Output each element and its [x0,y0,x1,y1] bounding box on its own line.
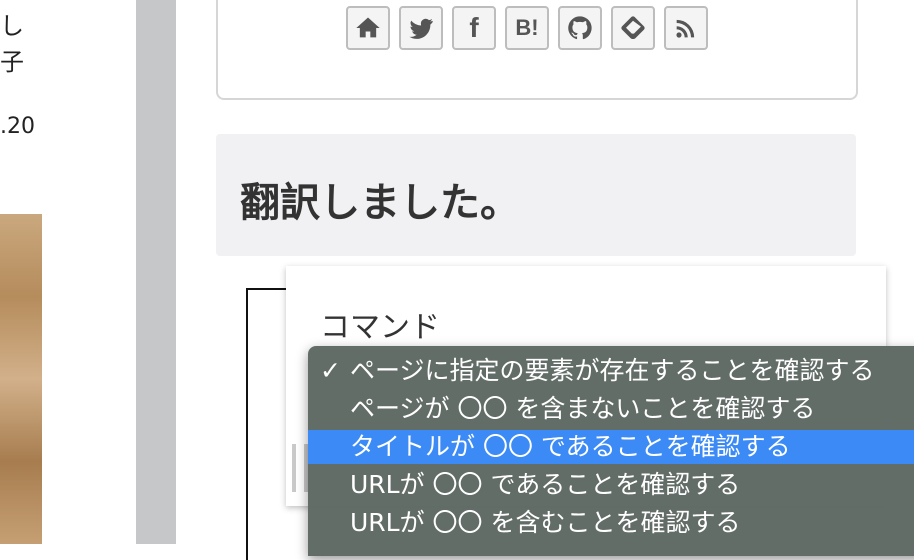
rss-icon [676,19,695,38]
option-label: URLが 〇〇 であることを確認する [350,470,741,499]
page-gutter [136,0,176,544]
check-icon: ✓ [320,356,341,385]
home-icon [356,17,380,38]
sidebar-photo [0,214,42,544]
option-label: URLが 〇〇 を含むことを確認する [350,508,741,537]
command-label: コマンド [320,310,440,345]
option-label: ページが 〇〇 を含まないことを確認する [350,394,816,423]
share-buttons: f B! [346,6,708,50]
left-text-line1: し [0,12,24,40]
dropdown-option[interactable]: ✓ ページに指定の要素が存在することを確認する [308,354,914,388]
github-icon [568,16,592,40]
share-facebook-button[interactable]: f [452,6,496,50]
dropdown-option-highlighted[interactable]: タイトルが 〇〇 であることを確認する [308,430,914,464]
share-feedly-button[interactable] [611,6,655,50]
command-dropdown: ✓ ページに指定の要素が存在することを確認する ページが 〇〇 を含まないことを… [308,346,914,556]
feedly-icon [621,16,645,39]
dropdown-option[interactable]: URLが 〇〇 を含むことを確認する [308,506,914,540]
facebook-icon: f [469,12,479,43]
share-home-button[interactable] [346,6,390,50]
share-card: f B! [216,0,858,100]
left-date-fragment: .20 [0,114,35,139]
hatena-bookmark-icon: B! [515,15,539,40]
article-title: 翻訳しました。 [240,180,520,226]
option-label: タイトルが 〇〇 であることを確認する [350,432,791,461]
share-rss-button[interactable] [664,6,708,50]
share-github-button[interactable] [558,6,602,50]
dropdown-option[interactable]: ページが 〇〇 を含まないことを確認する [308,392,914,426]
option-label: ページに指定の要素が存在することを確認する [350,356,875,385]
left-text-line2: 子 [0,48,24,76]
article-title-card: 翻訳しました。 [216,134,856,256]
twitter-icon [409,18,433,39]
share-twitter-button[interactable] [399,6,443,50]
resize-handle[interactable] [292,444,308,492]
share-hatena-button[interactable]: B! [505,6,549,50]
dropdown-option[interactable]: URLが 〇〇 であることを確認する [308,468,914,502]
